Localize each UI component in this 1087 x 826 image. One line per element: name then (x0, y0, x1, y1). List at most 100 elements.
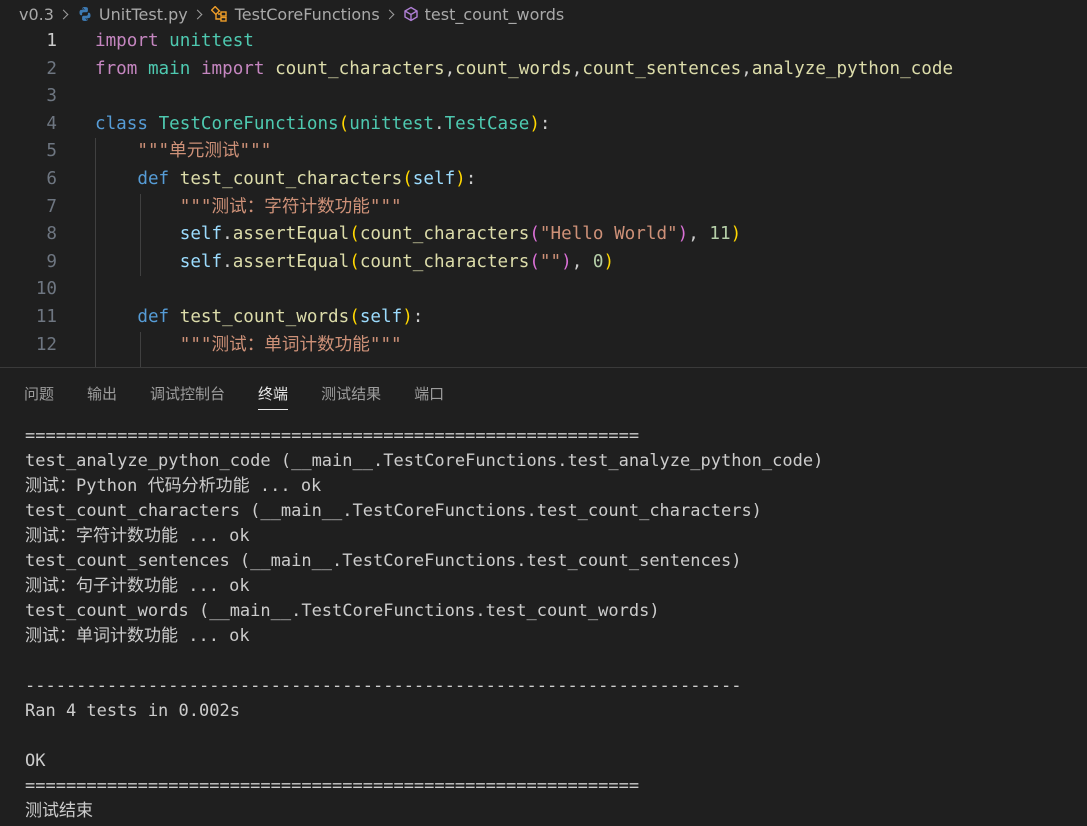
code-line[interactable]: 2 from main import count_characters,count… (0, 56, 1087, 84)
line-number: 6 (46, 169, 57, 189)
code-line[interactable]: 10 (0, 276, 1087, 304)
terminal-line: 测试：字符计数功能 ... ok (25, 526, 250, 546)
code-token: : (412, 307, 424, 327)
code-token: unittest (169, 31, 254, 51)
code-token: def (137, 307, 170, 327)
code-token: """单元测试""" (137, 141, 272, 162)
code-token: TestCoreFunctions (158, 113, 339, 134)
panel-tab[interactable]: 调试控制台 (150, 368, 225, 418)
code-token: "" (539, 251, 562, 272)
code-text: """单元测试""" (95, 138, 271, 166)
panel-tab[interactable]: 端口 (414, 368, 444, 418)
terminal-output[interactable]: ========================================… (25, 424, 823, 824)
code-line[interactable]: 1 import unittest (0, 28, 1087, 56)
code-line[interactable]: 11 def test_count_words(self): (0, 304, 1087, 332)
indent-guide (95, 138, 96, 367)
terminal-line: test_count_sentences (__main__.TestCoreF… (25, 551, 742, 571)
indent-guide (140, 331, 141, 367)
code-line[interactable]: 12 """测试：单词计数功能""" (0, 332, 1087, 360)
code-token: ( (402, 169, 413, 189)
code-line[interactable]: 7 """测试：字符计数功能""" (0, 194, 1087, 222)
code-text: from main import count_characters,count_… (95, 56, 953, 84)
breadcrumb-method-label: test_count_words (424, 4, 565, 24)
code-token: from (95, 58, 138, 79)
code-token: , (741, 58, 752, 79)
code-line[interactable]: 9 self.assertEqual(count_characters(""),… (0, 249, 1087, 277)
code-token: ( (349, 251, 360, 272)
chevron-right-icon (58, 9, 69, 19)
code-token: ( (529, 251, 540, 272)
code-token: analyze_python_code (751, 58, 954, 79)
code-token: assertEqual (232, 224, 350, 245)
code-line[interactable]: 5 """单元测试""" (0, 138, 1087, 166)
code-token: count_characters (359, 251, 530, 272)
code-line[interactable]: 6 def test_count_characters(self): (0, 166, 1087, 194)
line-number: 11 (35, 307, 57, 327)
terminal-line: ========================================… (25, 776, 640, 796)
breadcrumb-method[interactable]: test_count_words (403, 4, 565, 24)
line-number: 5 (46, 141, 57, 162)
panel-tab[interactable]: 测试结果 (321, 368, 381, 418)
panel-tab[interactable]: 问题 (24, 368, 54, 418)
code-token: 11 (709, 224, 731, 245)
breadcrumb-file[interactable]: UnitTest.py (77, 5, 188, 24)
code-line[interactable]: 3 (0, 83, 1087, 111)
code-token: , (571, 251, 593, 272)
code-text: self.assertEqual(count_characters(""), 0… (95, 249, 614, 277)
code-token: """测试：字符计数功能""" (179, 196, 402, 217)
code-token: 0 (592, 251, 604, 272)
code-token: self (179, 224, 223, 245)
code-token: . (433, 113, 445, 134)
panel-tab[interactable]: 终端 (258, 368, 289, 418)
terminal-line: 测试：句子计数功能 ... ok (25, 576, 250, 596)
breadcrumb-folder-label: v0.3 (19, 4, 54, 24)
line-number: 3 (46, 86, 57, 107)
code-token: assertEqual (232, 251, 350, 272)
code-token: self (412, 169, 456, 189)
code-token: ) (730, 224, 742, 245)
code-token: . (222, 251, 233, 272)
code-token: ) (529, 113, 540, 134)
code-token: class (95, 113, 148, 134)
code-text: class TestCoreFunctions(unittest.TestCas… (95, 111, 551, 139)
terminal-line: Ran 4 tests in 0.002s (25, 701, 240, 721)
breadcrumb-folder[interactable]: v0.3 (19, 5, 54, 24)
code-token: ) (561, 251, 572, 272)
line-number: 9 (46, 251, 57, 272)
method-symbol-icon (403, 6, 419, 22)
code-token: main (147, 58, 191, 79)
code-token: TestCase (444, 113, 530, 134)
terminal-line: OK (25, 751, 46, 771)
code-line[interactable]: 8 self.assertEqual(count_characters("Hel… (0, 221, 1087, 249)
code-text: import unittest (95, 28, 254, 56)
code-token: count_sentences (582, 58, 742, 79)
code-line[interactable]: 4 class TestCoreFunctions(unittest.TestCa… (0, 111, 1087, 139)
panel-tab[interactable]: 输出 (87, 368, 117, 418)
panel-tabs: 问题 输出 调试控制台 终端 测试结果 端口 (0, 368, 477, 418)
code-editor[interactable]: 1 import unittest 2 from main import count_… (0, 28, 1087, 367)
python-file-icon (77, 6, 93, 22)
code-token: ) (677, 224, 689, 245)
code-token: import (95, 31, 159, 51)
terminal-line: test_count_characters (__main__.TestCore… (25, 501, 762, 521)
chevron-right-icon (384, 9, 395, 19)
code-text: def test_count_characters(self): (95, 166, 476, 194)
terminal-line: test_count_words (__main__.TestCoreFunct… (25, 601, 660, 621)
class-symbol-icon (210, 6, 229, 22)
code-token: test_count_characters (179, 169, 403, 189)
code-token: """测试：单词计数功能""" (179, 334, 402, 355)
breadcrumb-class[interactable]: TestCoreFunctions (210, 5, 380, 24)
code-token: test_count_words (179, 307, 350, 327)
line-number: 2 (46, 58, 57, 79)
code-token: ( (529, 224, 540, 245)
